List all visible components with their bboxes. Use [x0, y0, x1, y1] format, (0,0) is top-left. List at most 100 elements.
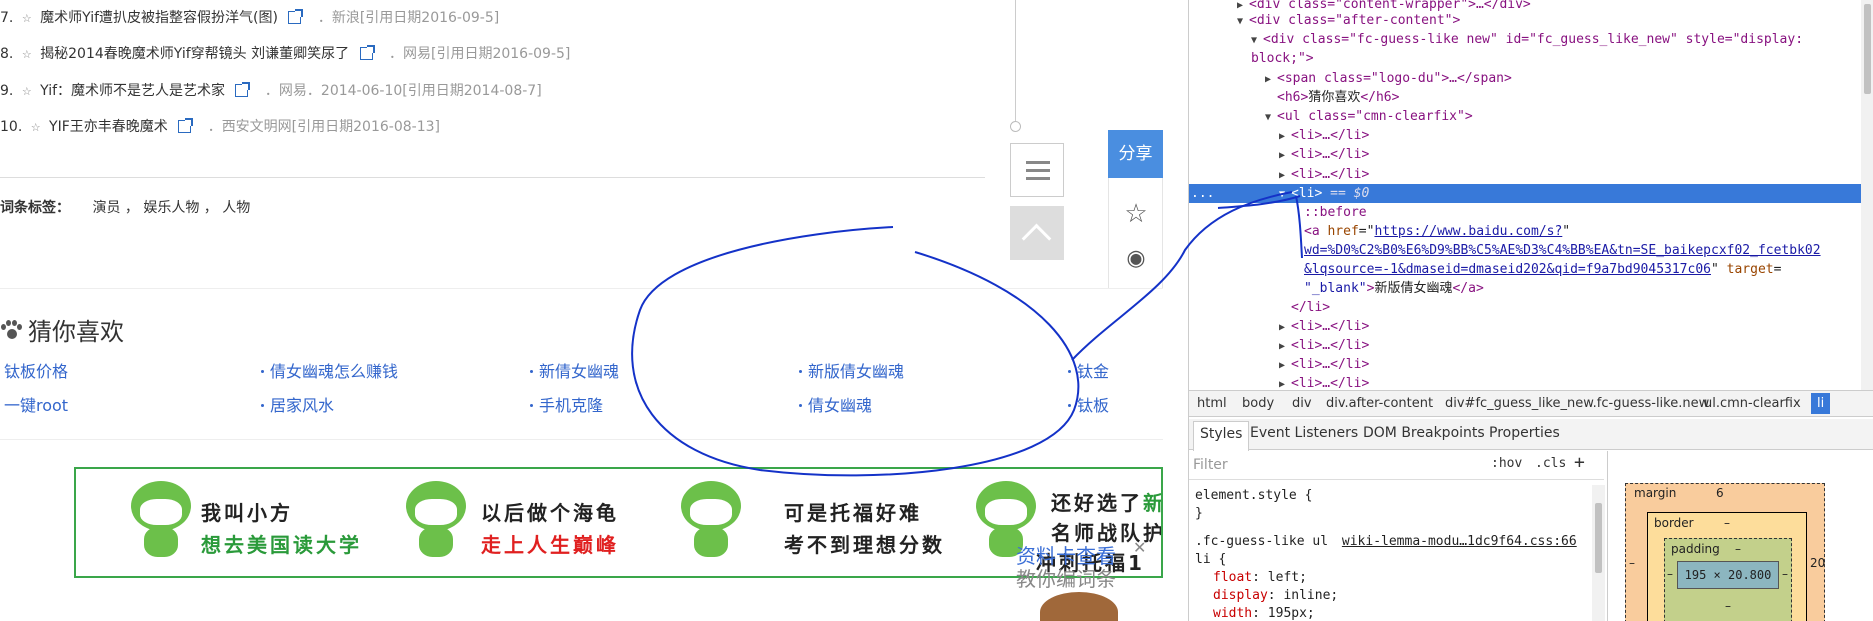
up-arrow-icon[interactable]: ☆	[22, 85, 32, 98]
href-link[interactable]: &lqsource=-1&dmaseid=dmaseid202&qid=f9a7…	[1304, 260, 1781, 279]
dom-node[interactable]: <h6>猜你喜欢</h6>	[1277, 88, 1399, 107]
avatar	[1040, 592, 1118, 621]
css-selector[interactable]: .fc-guess-like ul wiki-lemma-modu…1dc9f6…	[1195, 533, 1577, 551]
ref-link[interactable]: YIF王亦丰春晚魔术	[49, 119, 168, 135]
reference-item: 9. ☆ Yif：魔术师不是艺人是艺术家 ．网易．2014-06-10[引用日期…	[0, 81, 542, 101]
favorite-star-icon[interactable]: ☆	[1120, 200, 1152, 228]
box-padding[interactable]: padding – – – – 195 × 20.800	[1664, 538, 1792, 621]
external-link-icon[interactable]	[359, 45, 375, 60]
dom-node[interactable]: <a href="https://www.baidu.com/s?"	[1304, 222, 1570, 241]
weibo-icon[interactable]: ◉	[1120, 245, 1152, 273]
dom-node[interactable]: ▶ <li>…</li>	[1279, 355, 1369, 374]
styles-scrollbar[interactable]	[1592, 485, 1605, 621]
back-to-top-button[interactable]	[1010, 206, 1064, 260]
crumb-item[interactable]: body	[1242, 396, 1274, 411]
web-page: 7. ☆ 魔术师Yif遭扒皮被指整容假扮洋气(图) ．新浪[引用日期2016-0…	[0, 0, 1163, 621]
hov-toggle[interactable]: :hov	[1491, 456, 1522, 471]
dom-node[interactable]: ▼ <div class="fc-guess-like new" id="fc_g…	[1251, 30, 1803, 49]
banner-text: 走上人生巅峰	[481, 533, 619, 557]
css-selector[interactable]: li {	[1195, 551, 1226, 569]
css-declaration[interactable]: float: left;	[1213, 569, 1307, 587]
mascot-image	[676, 481, 746, 563]
dom-node[interactable]: ▶ <li>…</li>	[1279, 165, 1369, 184]
new-rule-button[interactable]: +	[1574, 452, 1585, 473]
tab-properties[interactable]: Properties	[1489, 425, 1560, 441]
reference-item: 7. ☆ 魔术师Yif遭扒皮被指整容假扮洋气(图) ．新浪[引用日期2016-0…	[0, 8, 499, 28]
guess-item[interactable]: 新倩女幽魂	[530, 358, 619, 382]
crumb-item[interactable]: div	[1292, 396, 1312, 411]
tab-styles[interactable]: Styles	[1193, 421, 1250, 451]
css-source-link[interactable]: wiki-lemma-modu…1dc9f64.css:66	[1342, 534, 1577, 549]
href-link[interactable]: wd=%D0%C2%B0%E6%D9%BB%C5%AE%D3%C4%BB%EA&…	[1304, 241, 1821, 260]
dom-node-selected[interactable]: ▼ <li> == $0	[1279, 184, 1369, 203]
mascot-image	[126, 481, 196, 563]
up-arrow-icon[interactable]: ☆	[22, 48, 32, 61]
external-link-icon[interactable]	[288, 9, 304, 24]
crumb-item-active[interactable]: li	[1811, 393, 1831, 414]
crumb-item[interactable]: ul.cmn-clearfix	[1704, 396, 1801, 411]
dom-node[interactable]: ▼ <ul class="cmn-clearfix">	[1265, 107, 1473, 126]
guess-item[interactable]: 手机克隆	[530, 392, 603, 416]
ref-number: 10.	[0, 119, 23, 135]
crumb-item[interactable]: div.after-content	[1326, 396, 1433, 411]
box-border[interactable]: border – padding – – – – 195 × 20.800	[1647, 512, 1807, 621]
dom-node[interactable]: ▶ <li>…</li>	[1279, 374, 1369, 390]
ref-number: 9.	[0, 83, 14, 99]
up-arrow-icon[interactable]: ☆	[31, 121, 41, 134]
guess-item[interactable]: 钛板	[1068, 392, 1109, 416]
ref-link[interactable]: 揭秘2014春晚魔术师Yif穿帮镜头 刘谦董卿笑尿了	[40, 46, 349, 62]
box-margin[interactable]: margin 6 – 20 border – padding – – – – 1…	[1625, 483, 1825, 621]
ref-source: ．西安文明网[引用日期2016-08-13]	[207, 119, 440, 135]
crumb-item[interactable]: div#fc_guess_like_new.fc-guess-like.new	[1445, 396, 1709, 411]
paw-icon	[0, 320, 22, 342]
guess-item[interactable]: 钛金	[1068, 358, 1109, 382]
filter-bar: :hov .cls +	[1189, 451, 1604, 480]
ad-banner[interactable]: 我叫小方 想去美国读大学 以后做个海龟 走上人生巅峰 可是托福好难 考不到理想分…	[74, 467, 1163, 578]
pseudo-before[interactable]: ::before	[1304, 203, 1367, 222]
elements-scrollbar[interactable]	[1861, 0, 1873, 390]
box-model: margin 6 – 20 border – padding – – – – 1…	[1607, 451, 1873, 621]
share-button[interactable]: 分享	[1108, 130, 1163, 178]
guess-item[interactable]: 倩女幽魂	[799, 392, 872, 416]
guess-item[interactable]: 居家风水	[261, 392, 334, 416]
crumb-item[interactable]: html	[1197, 396, 1227, 411]
dom-node[interactable]: ▼ <div class="after-content">	[1237, 11, 1460, 30]
guess-like-title: 猜你喜欢	[0, 312, 124, 347]
guess-item[interactable]: 钛板价格	[4, 358, 68, 382]
css-declaration[interactable]: display: inline;	[1213, 587, 1338, 605]
box-content[interactable]: 195 × 20.800	[1677, 561, 1779, 589]
external-link-icon[interactable]	[178, 118, 194, 133]
banner-text: 我叫小方	[201, 501, 293, 525]
dom-node[interactable]: ▶ <li>…</li>	[1279, 145, 1369, 164]
catalog-button[interactable]	[1010, 143, 1064, 197]
cls-toggle[interactable]: .cls	[1535, 456, 1566, 471]
breadcrumb: html body div div.after-content div#fc_g…	[1189, 390, 1873, 417]
banner-text: 可是托福好难	[784, 501, 922, 525]
ref-source: ．网易．2014-06-10[引用日期2014-08-7]	[264, 83, 542, 99]
tab-event-listeners[interactable]: Event Listeners	[1250, 425, 1358, 441]
banner-text: 以后做个海龟	[481, 501, 619, 525]
dom-node[interactable]: ▶ <span class="logo-du">…</span>	[1265, 69, 1512, 88]
css-declaration[interactable]: width: 195px;	[1213, 605, 1315, 621]
tab-dom-breakpoints[interactable]: DOM Breakpoints	[1363, 425, 1485, 441]
close-icon[interactable]: ✕	[1133, 538, 1146, 557]
dom-node[interactable]: ▶ <li>…</li>	[1279, 126, 1369, 145]
reference-item: 10. ☆ YIF王亦丰春晚魔术 ．西安文明网[引用日期2016-08-13]	[0, 117, 440, 137]
guess-item[interactable]: 新版倩女幽魂	[799, 358, 904, 382]
ref-source: ．网易[引用日期2016-09-5]	[389, 46, 571, 62]
guess-item[interactable]: 倩女幽魂怎么赚钱	[261, 358, 398, 382]
css-selector[interactable]: element.style {	[1195, 487, 1312, 505]
dom-node[interactable]: ▶ <li>…</li>	[1279, 336, 1369, 355]
up-arrow-icon[interactable]: ☆	[22, 12, 32, 25]
dom-node[interactable]: </li>	[1291, 298, 1330, 317]
row-menu-icon[interactable]: ...	[1191, 184, 1214, 203]
edit-guide-link[interactable]: 教你编词条	[1016, 563, 1116, 592]
dom-node[interactable]: ▶ <li>…</li>	[1279, 317, 1369, 336]
ref-link[interactable]: 魔术师Yif遭扒皮被指整容假扮洋气(图)	[40, 10, 278, 26]
external-link-icon[interactable]	[235, 82, 251, 97]
guess-item[interactable]: 一键root	[4, 392, 68, 416]
ref-link[interactable]: Yif：魔术师不是艺人是艺术家	[40, 83, 225, 99]
filter-input[interactable]	[1193, 455, 1463, 475]
tags-value[interactable]: 演员 ， 娱乐人物 ， 人物	[92, 200, 250, 216]
ref-source: ．新浪[引用日期2016-09-5]	[317, 10, 500, 26]
